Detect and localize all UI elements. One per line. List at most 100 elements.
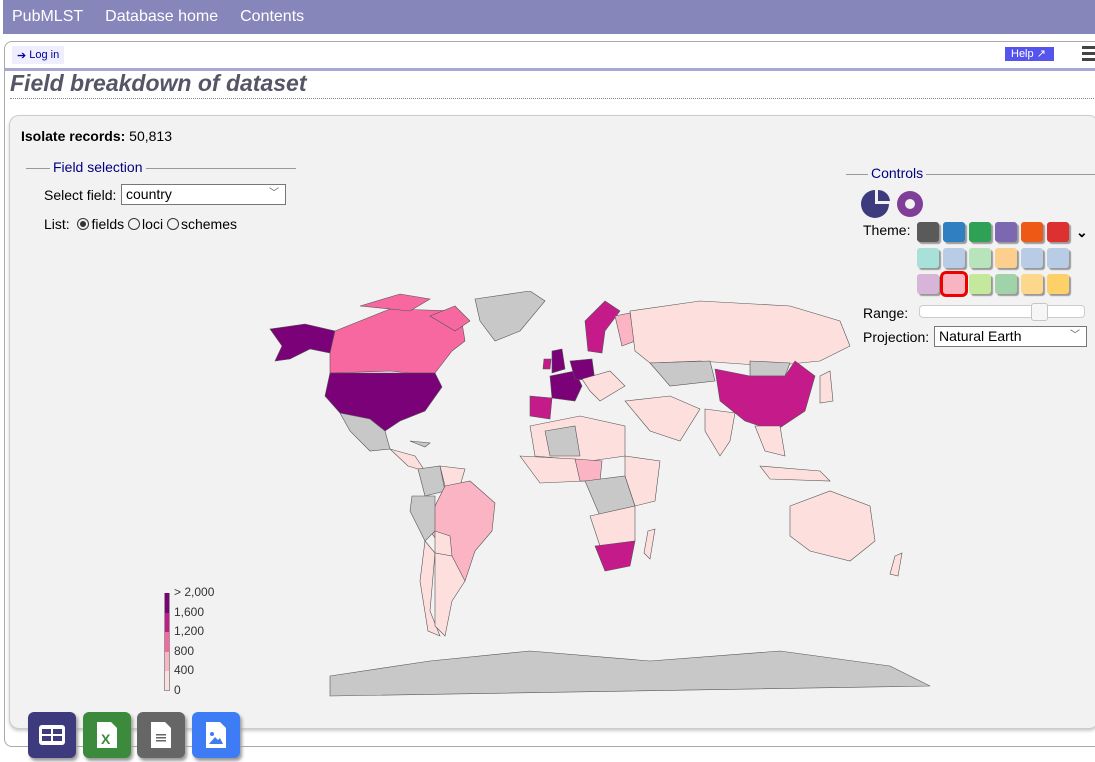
divider — [10, 98, 1095, 99]
theme-swatch[interactable] — [969, 248, 991, 268]
field-select-value: country — [126, 186, 172, 202]
chevron-down-icon: ﹀ — [269, 188, 279, 199]
export-text-button[interactable] — [137, 712, 185, 758]
country-japan[interactable] — [819, 370, 834, 404]
excel-icon: X — [97, 722, 117, 748]
theme-swatch[interactable] — [1021, 222, 1043, 242]
radio-loci[interactable] — [128, 218, 141, 230]
login-link[interactable]: ➔ Log in — [12, 46, 65, 64]
radio-schemes[interactable] — [166, 218, 179, 230]
country-iberia[interactable] — [529, 395, 553, 420]
theme-swatch[interactable] — [995, 274, 1017, 294]
radio-fields[interactable] — [77, 218, 90, 230]
map-legend: > 2,000 1,600 1,200 800 400 0 — [164, 585, 224, 697]
radio-fields-label: fields — [91, 216, 125, 232]
list-label: List: — [44, 216, 70, 232]
top-nav: PubMLST Database home Contents — [3, 0, 1095, 34]
login-icon: ➔ — [17, 49, 27, 62]
export-image-button[interactable] — [192, 712, 240, 758]
theme-swatch[interactable] — [1021, 248, 1043, 268]
select-field-label: Select field: — [44, 187, 117, 203]
country-kazakhstan[interactable] — [649, 360, 716, 387]
country-south-africa[interactable] — [594, 540, 636, 572]
theme-swatch[interactable] — [995, 248, 1017, 268]
menu-icon[interactable] — [1082, 46, 1095, 64]
chart-type-buttons — [861, 189, 923, 218]
text-file-icon — [151, 722, 171, 748]
theme-swatch[interactable] — [943, 248, 965, 268]
theme-label: Theme: — [863, 222, 911, 238]
nav-contents[interactable]: Contents — [240, 8, 304, 26]
country-scandinavia[interactable] — [584, 300, 621, 354]
radio-loci-label: loci — [142, 216, 164, 232]
isolate-records: Isolate records: 50,813 — [21, 128, 172, 144]
country-ireland[interactable] — [542, 358, 552, 370]
export-table-button[interactable] — [28, 712, 76, 758]
theme-swatch[interactable] — [995, 222, 1017, 242]
theme-swatch[interactable] — [1047, 248, 1069, 268]
theme-swatch[interactable] — [943, 222, 965, 242]
range-slider[interactable] — [919, 303, 1085, 321]
country-india[interactable] — [704, 408, 736, 457]
country-central-america[interactable] — [389, 448, 426, 472]
country-peru[interactable] — [409, 495, 436, 542]
projection-value: Natural Earth — [939, 328, 1022, 344]
country-greenland[interactable] — [474, 291, 546, 342]
country-middle-east[interactable] — [624, 395, 701, 442]
help-button[interactable]: Help ↗ — [1005, 47, 1054, 61]
range-label: Range: — [863, 305, 909, 321]
controls-legend: Controls — [868, 165, 927, 181]
main-frame: ➔ Log in Help ↗ Field breakdown of datase… — [4, 41, 1095, 758]
nav-pubmlst[interactable]: PubMLST — [12, 8, 83, 26]
theme-swatch[interactable] — [917, 222, 939, 242]
theme-swatch[interactable] — [1047, 222, 1069, 242]
page-title: Field breakdown of dataset — [10, 70, 307, 96]
field-selection-legend: Field selection — [50, 159, 146, 175]
records-label: Isolate records: — [21, 128, 126, 144]
country-australia[interactable] — [789, 490, 876, 562]
country-madagascar[interactable] — [643, 528, 656, 560]
donut-chart-icon[interactable] — [897, 191, 923, 217]
nav-database-home[interactable]: Database home — [105, 8, 218, 26]
country-uk[interactable] — [551, 348, 566, 374]
legend-border — [164, 593, 170, 691]
pie-chart-icon[interactable] — [861, 189, 890, 218]
chevron-down-icon: ﹀ — [1070, 330, 1080, 341]
country-algeria[interactable] — [544, 425, 581, 457]
country-southeast-asia[interactable] — [754, 425, 786, 457]
export-excel-button[interactable]: X — [83, 712, 131, 758]
legend-label: > 2,000 — [174, 585, 215, 599]
help-label: Help — [1011, 48, 1034, 60]
country-mongolia[interactable] — [749, 360, 791, 377]
theme-swatch[interactable] — [917, 274, 939, 294]
theme-swatch[interactable] — [969, 222, 991, 242]
legend-label: 1,600 — [174, 604, 205, 619]
legend-label: 1,200 — [174, 624, 205, 639]
theme-swatch[interactable] — [1047, 274, 1069, 294]
theme-swatch[interactable] — [917, 248, 939, 268]
image-file-icon — [206, 722, 226, 748]
country-usa[interactable] — [324, 372, 443, 432]
country-antarctica[interactable] — [329, 650, 931, 697]
records-value: 50,813 — [129, 128, 172, 144]
range-slider-handle[interactable] — [1031, 303, 1048, 321]
projection-label: Projection: — [863, 329, 930, 345]
country-new-zealand[interactable] — [889, 552, 903, 577]
country-nigeria[interactable] — [574, 458, 603, 482]
table-icon — [39, 725, 65, 745]
world-map[interactable] — [230, 291, 950, 701]
theme-swatch[interactable] — [1021, 274, 1043, 294]
country-indonesia[interactable] — [759, 465, 831, 482]
theme-swatch[interactable] — [940, 271, 968, 297]
login-label: Log in — [29, 49, 60, 61]
country-caribbean[interactable] — [409, 440, 431, 448]
country-southern-africa[interactable] — [589, 505, 636, 547]
country-russia[interactable] — [629, 300, 851, 367]
chevron-down-icon[interactable]: ⌄ — [1076, 224, 1088, 241]
theme-swatch[interactable] — [969, 274, 991, 294]
legend-label: 0 — [174, 683, 181, 697]
radio-schemes-label: schemes — [180, 216, 237, 232]
country-alaska[interactable] — [269, 323, 336, 362]
projection-select[interactable]: Natural Earth ﹀ — [934, 326, 1087, 347]
field-select[interactable]: country ﹀ — [121, 184, 286, 205]
